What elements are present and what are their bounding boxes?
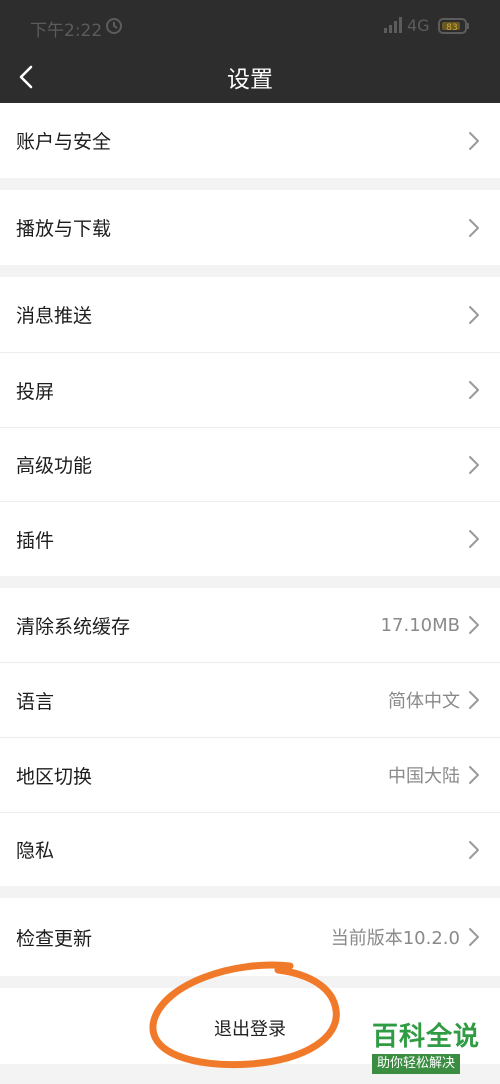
settings-item-label: 语言 — [16, 690, 55, 713]
battery-icon: 83 — [438, 18, 469, 34]
settings-item-push-notifications[interactable]: 消息推送 — [0, 277, 500, 352]
settings-item-label: 投屏 — [16, 380, 55, 403]
settings-item-label: 地区切换 — [16, 765, 93, 788]
alarm-clock-icon — [106, 18, 122, 34]
cache-size-value: 17.10MB — [380, 614, 460, 636]
settings-item-account-security[interactable]: 账户与安全 — [0, 103, 500, 178]
settings-item-label: 隐私 — [16, 840, 55, 862]
settings-item-advanced[interactable]: 高级功能 — [0, 428, 500, 501]
chevron-right-icon — [469, 616, 479, 634]
settings-item-region[interactable]: 地区切换 中国大陆 — [0, 738, 500, 812]
settings-item-label: 清除系统缓存 — [16, 615, 131, 638]
settings-item-label: 高级功能 — [16, 455, 93, 477]
chevron-right-icon — [469, 928, 479, 946]
watermark: 百科全说 助你轻松解决 — [372, 1022, 490, 1074]
region-value: 中国大陆 — [388, 766, 460, 787]
status-bar: 下午2:22 4G 83 — [0, 0, 500, 52]
app-header: 下午2:22 4G 83 设置 — [0, 0, 500, 103]
chevron-right-icon — [469, 455, 479, 474]
settings-item-language[interactable]: 语言 简体中文 — [0, 663, 500, 737]
watermark-title: 百科全说 — [372, 1022, 481, 1052]
settings-item-plugins[interactable]: 插件 — [0, 502, 500, 576]
chevron-right-icon — [469, 131, 479, 150]
settings-item-clear-cache[interactable]: 清除系统缓存 17.10MB — [0, 588, 500, 662]
watermark-subtitle: 助你轻松解决 — [372, 1054, 461, 1074]
battery-level: 83 — [446, 23, 457, 33]
chevron-right-icon — [469, 218, 479, 237]
settings-item-label: 账户与安全 — [16, 131, 112, 153]
chevron-right-icon — [469, 530, 479, 548]
settings-item-label: 播放与下载 — [16, 218, 112, 240]
highlight-oval-annotation — [149, 961, 340, 1069]
chevron-right-icon — [469, 766, 479, 784]
version-value: 当前版本10.2.0 — [330, 928, 460, 949]
settings-item-screen-cast[interactable]: 投屏 — [0, 353, 500, 427]
settings-item-label: 检查更新 — [16, 927, 93, 950]
signal-icon — [384, 17, 402, 33]
status-time: 下午2:22 — [30, 21, 103, 41]
chevron-right-icon — [469, 305, 479, 324]
settings-item-privacy[interactable]: 隐私 — [0, 813, 500, 886]
language-value: 简体中文 — [388, 691, 460, 712]
chevron-right-icon — [469, 381, 479, 399]
page-title: 设置 — [227, 67, 273, 93]
settings-item-label: 插件 — [16, 529, 55, 552]
chevron-right-icon — [469, 691, 479, 709]
chevron-right-icon — [469, 840, 479, 859]
settings-item-playback-download[interactable]: 播放与下载 — [0, 190, 500, 265]
network-type: 4G — [407, 16, 430, 35]
settings-item-label: 消息推送 — [16, 305, 93, 327]
